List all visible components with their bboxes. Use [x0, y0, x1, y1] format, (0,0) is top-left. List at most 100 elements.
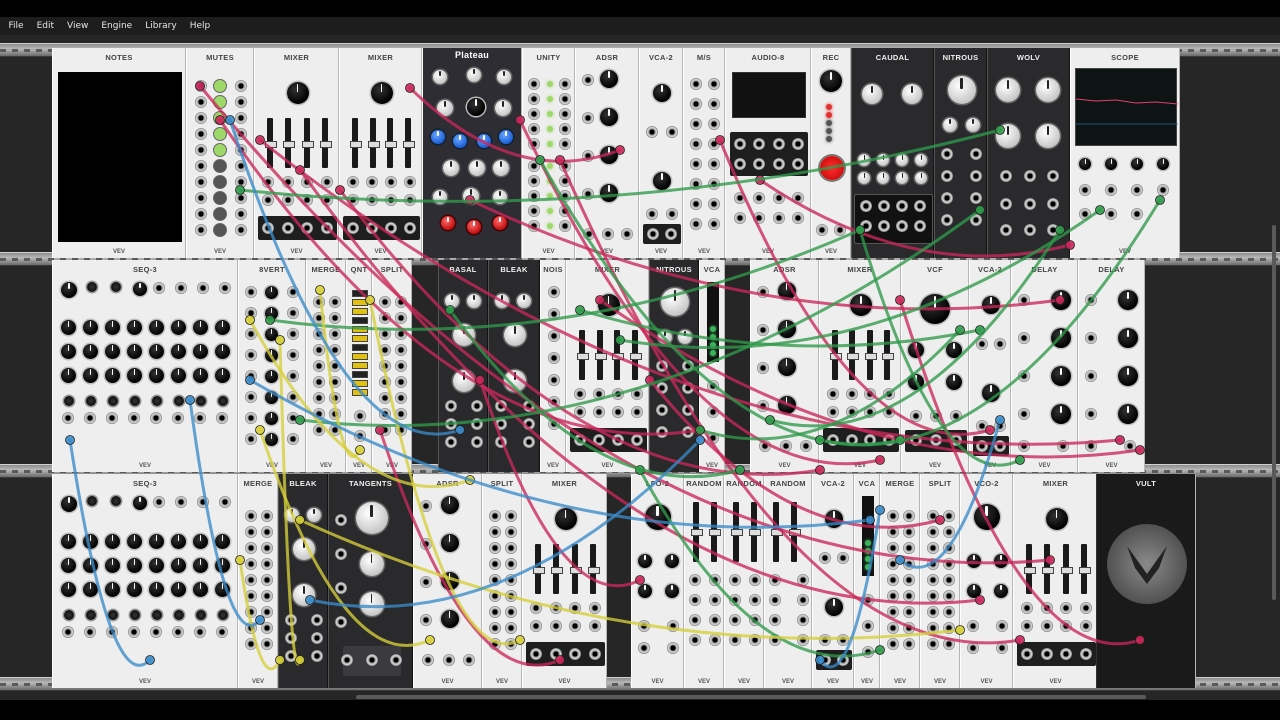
jack[interactable] [420, 576, 432, 588]
jack[interactable] [729, 574, 741, 586]
jack[interactable] [262, 176, 275, 188]
jack[interactable] [574, 388, 586, 400]
jack[interactable] [708, 98, 720, 110]
jack[interactable] [690, 198, 702, 210]
jack[interactable] [175, 496, 187, 508]
jack[interactable] [313, 296, 325, 308]
knob[interactable] [896, 154, 908, 166]
mute-button[interactable] [214, 144, 226, 156]
jack[interactable] [887, 526, 899, 538]
jack[interactable] [903, 606, 915, 618]
jack[interactable] [559, 175, 571, 187]
jack[interactable] [927, 590, 939, 602]
jack[interactable] [528, 78, 540, 90]
jack[interactable] [910, 434, 922, 446]
jack[interactable] [1023, 170, 1036, 182]
knob[interactable] [293, 584, 315, 606]
jack[interactable] [347, 176, 359, 188]
jack[interactable] [559, 190, 571, 202]
jack[interactable] [1060, 602, 1073, 614]
knob[interactable] [946, 374, 962, 390]
fader[interactable] [403, 118, 416, 168]
module-split1[interactable]: SPLIT VEV [372, 260, 412, 472]
jack[interactable] [708, 198, 720, 210]
jack[interactable] [335, 548, 347, 560]
knob[interactable] [638, 584, 652, 598]
knob[interactable] [171, 558, 186, 573]
jack[interactable] [896, 200, 908, 212]
jack[interactable] [489, 590, 501, 602]
fader[interactable] [1024, 544, 1037, 594]
knob[interactable] [777, 320, 796, 338]
jack[interactable] [690, 118, 702, 130]
knob[interactable] [445, 294, 459, 308]
jack[interactable] [194, 412, 206, 424]
jack[interactable] [666, 208, 678, 220]
jack[interactable] [772, 192, 785, 204]
knob[interactable] [440, 572, 459, 590]
jack[interactable] [769, 634, 781, 646]
knob[interactable] [1051, 328, 1071, 348]
notes-screen[interactable] [58, 72, 182, 242]
module-nitrous1[interactable]: NITROUS [934, 48, 987, 258]
module-adsr2[interactable]: ADSR VEV [750, 260, 819, 472]
knob[interactable] [467, 68, 481, 82]
jack[interactable] [195, 80, 207, 92]
module-split3[interactable]: SPLIT VEV [920, 474, 960, 688]
jack[interactable] [172, 412, 184, 424]
menu-view[interactable]: View [61, 21, 95, 31]
button[interactable] [86, 396, 96, 406]
jack[interactable] [329, 408, 341, 420]
knob[interactable] [499, 130, 513, 144]
mute-button[interactable] [214, 128, 226, 140]
jack[interactable] [311, 632, 323, 644]
jack[interactable] [1085, 332, 1097, 344]
jack[interactable] [656, 426, 668, 438]
jack[interactable] [548, 374, 560, 386]
jack[interactable] [528, 175, 540, 187]
jack[interactable] [219, 282, 231, 294]
knob[interactable] [1045, 508, 1068, 530]
jack[interactable] [1023, 198, 1036, 210]
menu-library[interactable]: Library [139, 21, 183, 31]
jack[interactable] [1018, 332, 1030, 344]
jack[interactable] [559, 205, 571, 217]
jack[interactable] [707, 432, 719, 444]
knob[interactable] [477, 134, 491, 148]
jack[interactable] [927, 622, 939, 634]
jack[interactable] [976, 420, 988, 432]
knob[interactable] [171, 534, 186, 549]
jack[interactable] [646, 208, 658, 220]
jack[interactable] [281, 176, 294, 188]
jack[interactable] [709, 574, 721, 586]
jack[interactable] [860, 220, 872, 232]
jack[interactable] [1057, 440, 1069, 452]
module-plateau[interactable]: Plateau [422, 48, 522, 258]
jack[interactable] [1021, 602, 1034, 614]
horizontal-scrollbar[interactable] [356, 695, 1146, 699]
knob[interactable] [915, 172, 927, 184]
jack[interactable] [313, 360, 325, 372]
knob[interactable] [285, 508, 299, 522]
module-bleak2[interactable]: BLEAK [278, 474, 328, 688]
fader[interactable] [551, 544, 564, 594]
knob[interactable] [1036, 124, 1060, 148]
jack[interactable] [445, 436, 457, 448]
module-merge3[interactable]: MERGE VEV [880, 474, 920, 688]
module-random2[interactable]: RANDOM VEV [724, 474, 764, 688]
knob[interactable] [467, 294, 481, 308]
jack[interactable] [602, 228, 614, 240]
jack[interactable] [656, 382, 668, 394]
fader[interactable] [587, 544, 600, 594]
knob[interactable] [359, 592, 384, 616]
jack[interactable] [395, 296, 407, 308]
jack[interactable] [505, 574, 517, 586]
module-rec[interactable]: REC VEV [811, 48, 851, 258]
knob[interactable] [996, 78, 1020, 102]
knob[interactable] [431, 130, 445, 144]
jack[interactable] [689, 594, 701, 606]
jack[interactable] [395, 376, 407, 388]
knob[interactable] [908, 374, 924, 390]
knob[interactable] [61, 282, 77, 298]
jack[interactable] [489, 526, 501, 538]
